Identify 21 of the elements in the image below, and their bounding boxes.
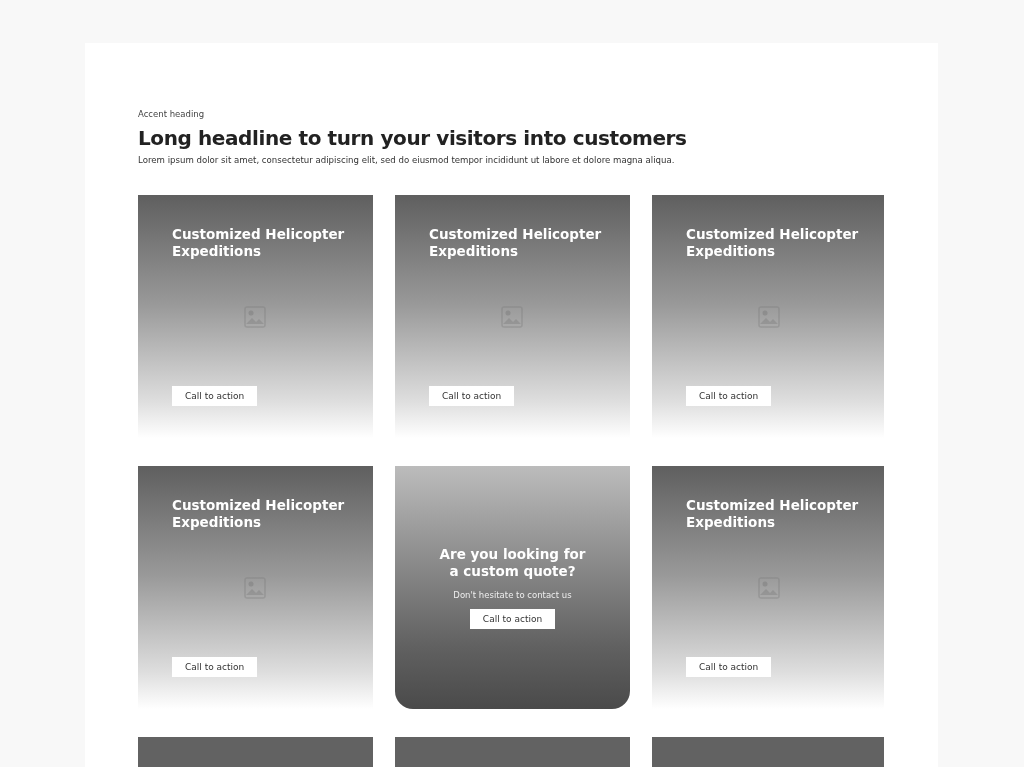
card-title: Customized Helicopter Expeditions bbox=[172, 226, 346, 260]
card-title: Customized Helicopter Expeditions bbox=[429, 226, 603, 260]
image-placeholder-icon bbox=[758, 306, 780, 328]
quote-title: Are you looking for a custom quote? bbox=[438, 546, 587, 580]
image-placeholder-icon bbox=[244, 577, 266, 599]
call-to-action-button[interactable]: Call to action bbox=[469, 609, 556, 629]
image-placeholder-icon bbox=[501, 306, 523, 328]
call-to-action-button[interactable]: Call to action bbox=[172, 657, 258, 677]
call-to-action-button[interactable]: Call to action bbox=[686, 657, 772, 677]
image-placeholder-icon bbox=[758, 577, 780, 599]
headline: Long headline to turn your visitors into customers bbox=[138, 126, 688, 150]
accent-heading: Accent heading bbox=[138, 109, 206, 119]
call-to-action-button[interactable]: Call to action bbox=[429, 386, 515, 406]
call-to-action-button[interactable]: Call to action bbox=[686, 386, 772, 406]
quote-text: Don't hesitate to contact us bbox=[453, 590, 572, 600]
lead-text: Lorem ipsum dolor sit amet, consectetur adipiscing elit, sed do eiusmod tempor incididunt ut labore et dolore magna aliqua. bbox=[138, 155, 676, 165]
image-placeholder-icon bbox=[244, 306, 266, 328]
card-title: Customized Helicopter Expeditions bbox=[686, 497, 860, 531]
card-title: Customized Helicopter Expeditions bbox=[686, 226, 860, 260]
call-to-action-button[interactable]: Call to action bbox=[172, 386, 258, 406]
card-title: Customized Helicopter Expeditions bbox=[172, 497, 346, 531]
